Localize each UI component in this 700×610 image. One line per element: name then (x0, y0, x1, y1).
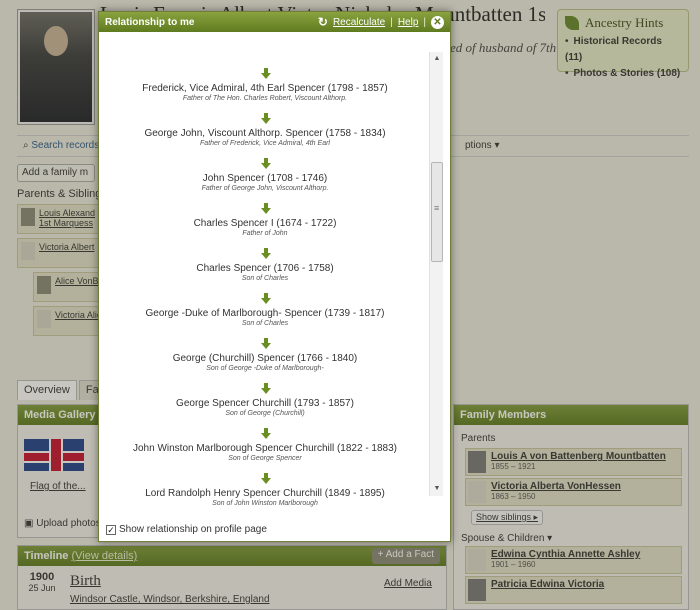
down-arrow-icon (261, 338, 271, 350)
chain-person: Frederick, Vice Admiral, 4th Earl Spence… (99, 83, 431, 102)
chain-person-name: Lord Randolph Henry Spencer Churchill (1… (145, 488, 385, 499)
scroll-down-icon[interactable]: ▼ (430, 482, 444, 496)
down-arrow-icon (261, 113, 271, 125)
down-arrow-icon (261, 293, 271, 305)
scroll-thumb[interactable] (431, 162, 443, 262)
chain-person: Charles Spencer I (1674 - 1722) Father of… (99, 218, 431, 237)
chain-person-relation: Son of George (Churchill) (225, 410, 305, 417)
chain-person: George -Duke of Marlborough- Spencer (17… (99, 308, 431, 327)
chain-person-relation: Son of Charles (241, 320, 289, 327)
chain-person-name: Charles Spencer (1706 - 1758) (196, 263, 334, 274)
chain-person-relation: Father of George John, Viscount Althorp. (201, 185, 329, 192)
down-arrow-icon (261, 203, 271, 215)
chain-person-relation: Father of The Hon. Charles Robert, Visco… (182, 95, 348, 102)
dialog-title: Relationship to me (105, 16, 195, 28)
relationship-chain[interactable]: Frederick, Vice Admiral, 4th Earl Spence… (99, 32, 431, 512)
chain-person: John Winston Marlborough Spencer Churchi… (99, 443, 431, 462)
chain-person-name: George John, Viscount Althorp. Spencer (… (144, 128, 386, 139)
chain-person-name: Frederick, Vice Admiral, 4th Earl Spence… (142, 83, 388, 94)
down-arrow-icon (261, 248, 271, 260)
chain-person: George John, Viscount Althorp. Spencer (… (99, 128, 431, 147)
chain-person: John Spencer (1708 - 1746) Father of Geor… (99, 173, 431, 192)
separator: | (423, 16, 426, 28)
chain-person: George (Churchill) Spencer (1766 - 1840)… (99, 353, 431, 372)
chain-person-relation: Son of George -Duke of Marlborough- (206, 365, 324, 372)
down-arrow-icon (261, 383, 271, 395)
down-arrow-icon (261, 68, 271, 80)
chain-person: Charles Spencer (1706 - 1758) Son of Char… (99, 263, 431, 282)
down-arrow-icon (261, 428, 271, 440)
dialog-header: Relationship to me ↻ Recalculate | Help … (99, 12, 450, 32)
chain-person-relation: Father of Frederick, Vice Admiral, 4th E… (200, 140, 330, 147)
chain-person-name: Charles Spencer I (1674 - 1722) (193, 218, 337, 229)
separator: | (390, 16, 393, 28)
show-relationship-option[interactable]: ✓ Show relationship on profile page (106, 524, 267, 535)
scroll-up-icon[interactable]: ▲ (430, 52, 444, 66)
chain-person-relation: Son of Charles (241, 275, 289, 282)
chain-person: Lord Randolph Henry Spencer Churchill (1… (99, 488, 431, 507)
chain-person: George Spencer Churchill (1793 - 1857) So… (99, 398, 431, 417)
chain-scrollbar[interactable]: ▲ ▼ (429, 52, 443, 496)
chain-person-name: John Winston Marlborough Spencer Churchi… (132, 443, 398, 454)
show-relationship-label: Show relationship on profile page (119, 524, 267, 535)
down-arrow-icon (261, 473, 271, 485)
relationship-dialog: Relationship to me ↻ Recalculate | Help … (98, 11, 451, 542)
chain-person-relation: Son of John Winston Marlborough (212, 500, 318, 507)
chain-person-relation: Son of George Spencer (228, 455, 302, 462)
chain-person-name: George (Churchill) Spencer (1766 - 1840) (172, 353, 358, 364)
close-icon[interactable]: ✕ (431, 15, 444, 29)
help-link[interactable]: Help (398, 17, 419, 28)
refresh-icon[interactable]: ↻ (318, 15, 328, 29)
recalculate-link[interactable]: Recalculate (333, 17, 385, 28)
down-arrow-icon (261, 158, 271, 170)
chain-person-name: George Spencer Churchill (1793 - 1857) (176, 398, 354, 409)
show-relationship-checkbox[interactable]: ✓ (106, 524, 116, 535)
chain-person-name: George -Duke of Marlborough- Spencer (17… (145, 308, 385, 319)
chain-person-name: John Spencer (1708 - 1746) (202, 173, 328, 184)
chain-person-relation: Father of John (242, 230, 288, 237)
